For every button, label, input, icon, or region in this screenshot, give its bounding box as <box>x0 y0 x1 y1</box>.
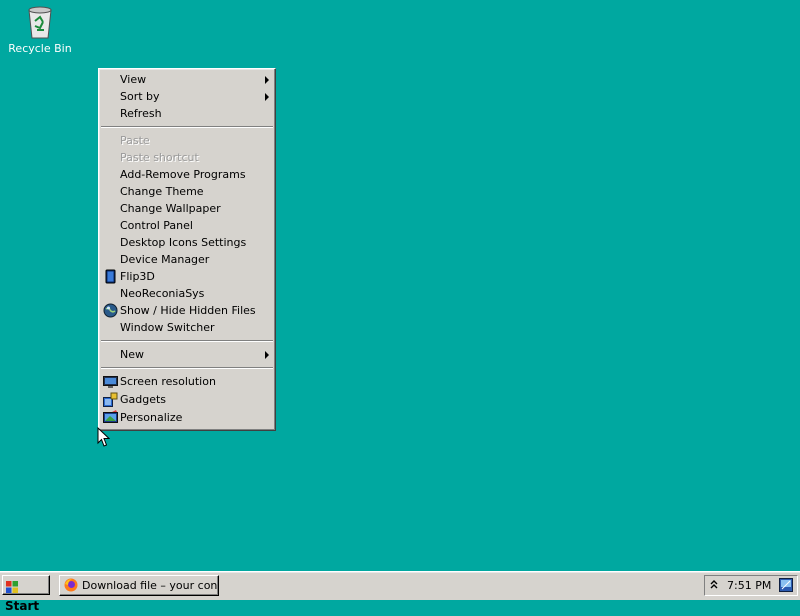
menu-item-label: NeoReconiaSys <box>120 287 205 300</box>
menu-item-change-wallpaper[interactable]: Change Wallpaper <box>99 200 275 217</box>
recycle-bin-label: Recycle Bin <box>8 42 72 55</box>
system-tray: 7:51 PM <box>704 575 798 596</box>
menu-item-label: Gadgets <box>120 393 167 406</box>
taskbar: Start Download file – your con… 7:51 PM <box>0 571 800 613</box>
menu-item-label: Window Switcher <box>120 321 215 334</box>
menu-separator <box>101 340 273 342</box>
taskbar-window-button[interactable]: Download file – your con… <box>59 575 219 596</box>
menu-item-label: Device Manager <box>120 253 210 266</box>
menu-item-change-theme[interactable]: Change Theme <box>99 183 275 200</box>
submenu-arrow-icon <box>265 76 269 84</box>
menu-item-label: Control Panel <box>120 219 193 232</box>
windows-logo-icon <box>5 580 19 594</box>
taskbar-window-title: Download file – your con… <box>82 579 219 592</box>
submenu-arrow-icon <box>265 351 269 359</box>
tray-clock[interactable]: 7:51 PM <box>727 576 771 595</box>
menu-item-label: Desktop Icons Settings <box>120 236 247 249</box>
menu-item-label: Personalize <box>120 411 183 424</box>
tray-expand-chevron-icon[interactable] <box>709 579 719 591</box>
menu-item-label: Sort by <box>120 90 160 103</box>
menu-item-view[interactable]: View <box>99 71 275 88</box>
menu-item-label: Change Theme <box>120 185 204 198</box>
menu-item-paste: Paste <box>99 132 275 149</box>
personalize-icon <box>103 410 118 425</box>
menu-item-personalize[interactable]: Personalize <box>99 409 275 427</box>
desktop-context-menu: View Sort by Refresh Paste Paste shortcu… <box>98 68 276 431</box>
menu-item-label: Change Wallpaper <box>120 202 221 215</box>
firefox-icon <box>64 578 78 592</box>
menu-item-label: Screen resolution <box>120 375 216 388</box>
monitor-icon <box>103 374 118 389</box>
menu-separator <box>101 126 273 128</box>
menu-item-window-switcher[interactable]: Window Switcher <box>99 319 275 336</box>
gadgets-icon <box>103 392 118 407</box>
menu-item-refresh[interactable]: Refresh <box>99 105 275 122</box>
globe-icon <box>103 303 118 318</box>
menu-item-add-remove-programs[interactable]: Add-Remove Programs <box>99 166 275 183</box>
menu-item-label: Flip3D <box>120 270 155 283</box>
menu-item-label: Refresh <box>120 107 162 120</box>
menu-item-neoreconiasys[interactable]: NeoReconiaSys <box>99 285 275 302</box>
menu-separator <box>101 367 273 369</box>
menu-item-flip3d[interactable]: Flip3D <box>99 268 275 285</box>
submenu-arrow-icon <box>265 93 269 101</box>
menu-item-label: View <box>120 73 147 86</box>
menu-item-label: Add-Remove Programs <box>120 168 246 181</box>
recycle-bin-icon <box>24 4 56 40</box>
start-label: Start <box>5 599 40 613</box>
menu-item-screen-resolution[interactable]: Screen resolution <box>99 373 275 391</box>
start-button[interactable]: Start <box>2 575 50 613</box>
menu-item-label: New <box>120 348 144 361</box>
menu-item-label: Paste shortcut <box>120 151 199 164</box>
menu-item-gadgets[interactable]: Gadgets <box>99 391 275 409</box>
flip3d-icon <box>103 269 118 284</box>
recycle-bin-shortcut[interactable]: Recycle Bin <box>8 4 72 55</box>
menu-item-label: Paste <box>120 134 150 147</box>
menu-item-control-panel[interactable]: Control Panel <box>99 217 275 234</box>
mouse-pointer-icon <box>97 426 111 451</box>
menu-item-sort-by[interactable]: Sort by <box>99 88 275 105</box>
menu-item-desktop-icons-settings[interactable]: Desktop Icons Settings <box>99 234 275 251</box>
menu-item-device-manager[interactable]: Device Manager <box>99 251 275 268</box>
menu-item-new[interactable]: New <box>99 346 275 363</box>
show-desktop-icon[interactable] <box>779 578 793 592</box>
menu-item-label: Show / Hide Hidden Files <box>120 304 256 317</box>
menu-item-show-hide-hidden-files[interactable]: Show / Hide Hidden Files <box>99 302 275 319</box>
menu-item-paste-shortcut: Paste shortcut <box>99 149 275 166</box>
